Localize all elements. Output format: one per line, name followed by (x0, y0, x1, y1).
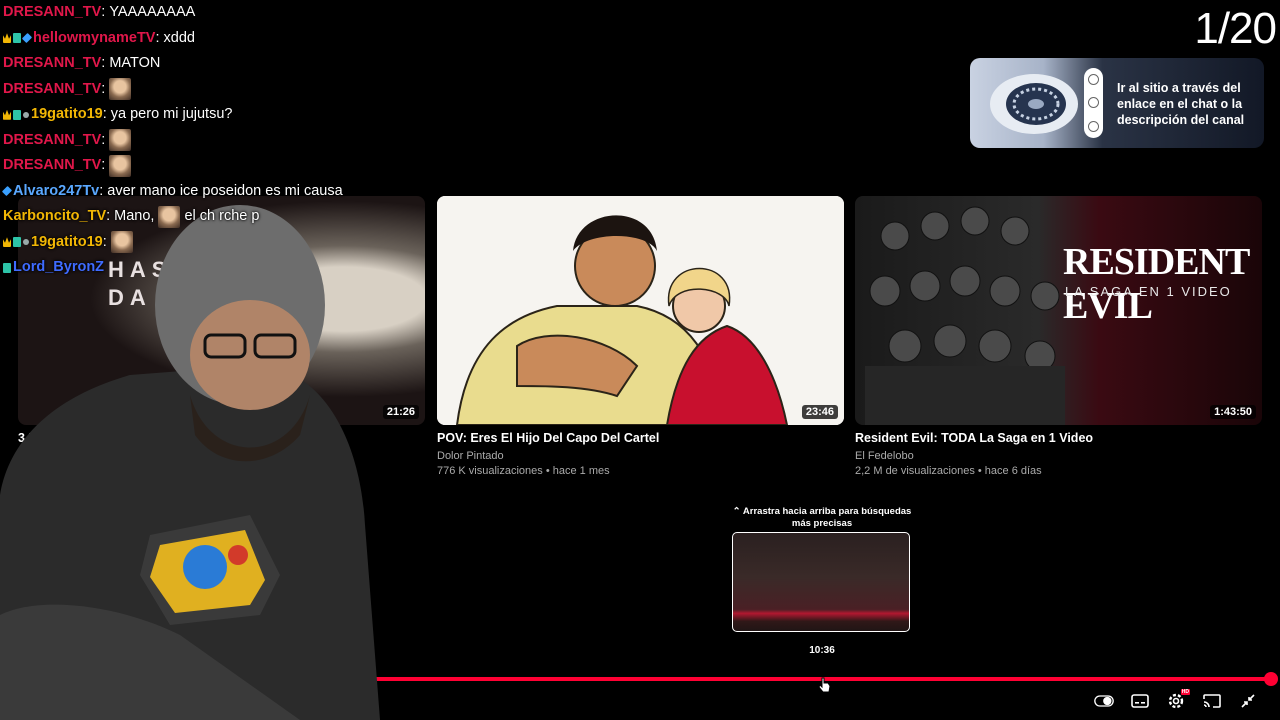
characters-collage (865, 206, 1065, 425)
chat-text: xddd (163, 29, 195, 46)
tag-icon (1088, 120, 1099, 132)
video-meta: 776 K visualizaciones • hace 1 mes (437, 465, 610, 477)
disc-icon (990, 74, 1078, 134)
video-meta: 2,2 M de visualizaciones • hace 6 días (855, 465, 1042, 477)
sq-badge-icon (3, 262, 11, 273)
chat-emote-icon (109, 129, 132, 152)
chat-message: DRESANN_TV: YAAAAAAAA (3, 0, 423, 26)
chat-message: Lord_ByronZ (3, 255, 423, 281)
hd-badge: HD (1180, 689, 1190, 695)
video-title[interactable]: Resident Evil: TODA La Saga en 1 Video (855, 431, 1262, 445)
chat-separator: : (101, 157, 106, 174)
progress-scrubber[interactable] (1264, 672, 1278, 686)
video-card-3[interactable]: RESIDENT EVIL LA SAGA EN 1 VIDEO 1:43:50… (855, 196, 1262, 477)
scrub-preview-time: 10:36 (809, 645, 835, 656)
chat-message: DRESANN_TV: (3, 153, 423, 179)
chat-message: 19gatito19: (3, 230, 423, 256)
crown-badge-icon (3, 109, 11, 120)
chat-username[interactable]: Alvaro247Tv (13, 183, 99, 200)
chat-separator: : (106, 208, 111, 225)
video-card-2[interactable]: 23:46 POV: Eres El Hijo Del Capo Del Car… (437, 196, 844, 477)
chat-separator: : (99, 182, 104, 199)
subtitles-icon[interactable] (1130, 691, 1150, 711)
video-duration: 21:26 (382, 405, 419, 419)
chat-message: hellowmynameTV: xddd (3, 26, 423, 52)
video-thumbnail[interactable]: 23:46 (437, 196, 844, 425)
link-icon (1088, 74, 1099, 86)
crown-badge-icon (3, 33, 11, 44)
chat-text: MATON (109, 55, 161, 72)
dot-badge-icon (23, 239, 29, 246)
chat-username[interactable]: DRESANN_TV (3, 55, 101, 72)
drag-hint: ⌃ Arrastra hacia arriba para búsquedas m… (732, 506, 912, 529)
video-title[interactable]: 3 H (18, 431, 425, 445)
dot-badge-icon (23, 111, 29, 118)
promo-icon-strip (1084, 68, 1103, 138)
chat-text: aver mano ice poseidon es mi causa (107, 182, 343, 199)
video-title[interactable]: POV: Eres El Hijo Del Capo Del Cartel (437, 431, 844, 445)
crown-badge-icon (3, 237, 11, 248)
mouse-cursor-icon (819, 677, 831, 693)
video-meta: 1 (18, 465, 25, 477)
chat-username[interactable]: hellowmynameTV (33, 30, 155, 47)
chat-message: DRESANN_TV: (3, 77, 423, 103)
scrub-preview-thumbnail (732, 532, 910, 632)
chat-username[interactable]: DRESANN_TV (3, 4, 101, 21)
sq-badge-icon (13, 237, 21, 248)
chat-username[interactable]: DRESANN_TV (3, 132, 101, 149)
chat-username[interactable]: DRESANN_TV (3, 81, 101, 98)
chat-text: Mano, (114, 208, 155, 225)
chat-message: 19gatito19: ya pero mi jujutsu? (3, 102, 423, 128)
chat-username[interactable]: DRESANN_TV (3, 157, 101, 174)
sq-badge-icon (13, 109, 21, 120)
chat-username[interactable]: Lord_ByronZ (13, 259, 104, 276)
chat-message: Alvaro247Tv: aver mano ice poseidon es mi… (1, 179, 423, 205)
chat-separator: : (101, 131, 106, 148)
video-thumbnail[interactable]: RESIDENT EVIL LA SAGA EN 1 VIDEO 1:43:50 (855, 196, 1262, 425)
chat-message: Karboncito_TV: Mano, el ch rche p (3, 204, 423, 230)
chat-separator: : (155, 29, 160, 46)
cube-badge-icon (21, 33, 33, 44)
settings-icon[interactable]: HD (1166, 689, 1190, 711)
promo-text: Ir al sitio a través del enlace en el ch… (1117, 81, 1245, 127)
promo-panel[interactable]: Ir al sitio a través del enlace en el ch… (970, 58, 1264, 148)
cast-icon[interactable] (1202, 691, 1222, 711)
chat-separator: : (101, 4, 106, 21)
chat-icon (1088, 97, 1099, 109)
chat-message: DRESANN_TV: MATON (3, 51, 423, 77)
autoplay-toggle-icon[interactable] (1094, 691, 1114, 711)
chat-text: ya pero mi jujutsu? (110, 106, 233, 123)
chat-separator: : (102, 106, 107, 123)
chat-username[interactable]: 19gatito19 (31, 234, 103, 251)
cartel-illustration (437, 196, 844, 425)
video-channel[interactable]: D (18, 450, 425, 462)
chat-separator: : (102, 233, 107, 250)
chat-separator: : (101, 55, 106, 72)
video-duration: 1:43:50 (1210, 405, 1256, 419)
exit-fullscreen-icon[interactable] (1238, 691, 1258, 711)
video-channel[interactable]: El Fedelobo (855, 450, 1262, 462)
progress-bar[interactable] (0, 677, 1272, 681)
chat-emote-icon (109, 78, 132, 101)
thumbnail-subtitle: LA SAGA EN 1 VIDEO (1065, 284, 1232, 299)
chat-emote-icon (158, 205, 181, 228)
chat-text: YAAAAAAAA (109, 4, 196, 21)
player-controls: HD (1094, 689, 1258, 711)
chat-message: DRESANN_TV: (3, 128, 423, 154)
cube-badge-icon (1, 186, 13, 197)
chat-username[interactable]: 19gatito19 (31, 106, 103, 123)
chat-username[interactable]: Karboncito_TV (3, 208, 106, 225)
video-duration: 23:46 (801, 405, 838, 419)
sq-badge-icon (13, 33, 21, 44)
chat-emote-icon (110, 231, 133, 254)
chat-emote-icon (109, 154, 132, 177)
chat-overlay: DRESANN_TV: YAAAAAAAA hellowmynameTV: xddd D… (1, 0, 423, 281)
video-channel[interactable]: Dolor Pintado (437, 450, 844, 462)
giveaway-counter: 1/20 (1194, 4, 1277, 53)
chat-text: el ch rche p (184, 208, 260, 225)
chat-separator: : (101, 80, 106, 97)
